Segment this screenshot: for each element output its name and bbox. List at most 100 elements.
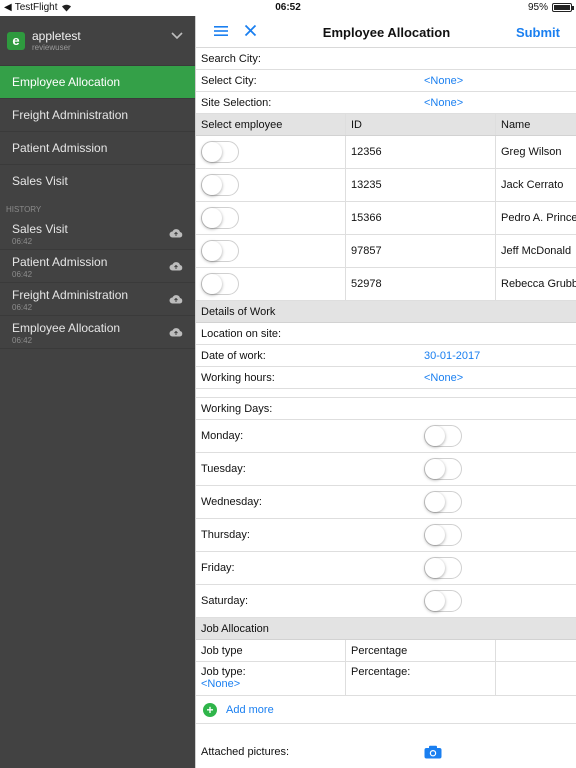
history-item[interactable]: Sales Visit 06:42 [0, 217, 195, 250]
history-item-time: 06:42 [12, 303, 33, 312]
add-more-label: Add more [226, 703, 274, 716]
sidebar-item-label: Employee Allocation [12, 75, 121, 89]
percentage-cell[interactable]: Percentage: [346, 662, 496, 695]
history-item-title: Employee Allocation [12, 321, 121, 335]
top-nav-bar: Employee Allocation Submit [196, 16, 576, 48]
day-label: Wednesday: [201, 496, 262, 508]
select-cell [196, 169, 346, 201]
site-selection-label: Site Selection: [201, 96, 272, 109]
cloud-upload-icon[interactable] [169, 327, 183, 337]
search-city-row[interactable]: Search City: [196, 48, 576, 70]
day-row-tuesday: Tuesday: [196, 453, 576, 486]
working-hours-label: Working hours: [201, 371, 275, 384]
select-city-value[interactable]: <None> [424, 75, 463, 87]
history-item[interactable]: Employee Allocation 06:42 [0, 316, 195, 349]
day-row-monday: Monday: [196, 420, 576, 453]
sidebar-item-label: Freight Administration [12, 108, 129, 122]
day-label: Tuesday: [201, 463, 246, 475]
location-label: Location on site: [201, 327, 282, 340]
main-panel: Employee Allocation Submit Search City: … [195, 16, 576, 768]
cloud-upload-icon[interactable] [169, 261, 183, 271]
cloud-upload-icon[interactable] [169, 228, 183, 238]
employee-toggle[interactable] [201, 273, 239, 295]
history-section-label: HISTORY [6, 205, 42, 214]
working-hours-row[interactable]: Working hours: <None> [196, 367, 576, 389]
employee-name: Jeff McDonald [501, 245, 572, 257]
cloud-upload-icon[interactable] [169, 294, 183, 304]
day-toggle[interactable] [424, 524, 462, 546]
working-days-label: Working Days: [201, 402, 273, 415]
employee-name: Greg Wilson [501, 146, 562, 158]
status-time: 06:52 [275, 2, 301, 13]
add-more-button[interactable]: + Add more [196, 696, 576, 724]
chevron-down-icon[interactable] [171, 32, 183, 40]
table-row: 52978 Rebecca Grubbs [196, 268, 576, 301]
camera-icon[interactable] [424, 745, 442, 759]
history-item-title: Patient Admission [12, 255, 108, 269]
status-right: 95% [527, 2, 574, 13]
day-row-wednesday: Wednesday: [196, 486, 576, 519]
employee-toggle[interactable] [201, 240, 239, 262]
submit-button[interactable]: Submit [516, 25, 560, 40]
day-label: Saturday: [201, 595, 249, 607]
select-city-row[interactable]: Select City: <None> [196, 70, 576, 92]
employee-id: 97857 [346, 235, 496, 267]
employee-toggle[interactable] [201, 174, 239, 196]
day-toggle[interactable] [424, 590, 462, 612]
status-bar: ◀ TestFlight 06:52 95% [0, 0, 576, 16]
table-row: 13235 Jack Cerrato [196, 169, 576, 202]
day-toggle[interactable] [424, 458, 462, 480]
day-row-thursday: Thursday: [196, 519, 576, 552]
employee-id: 13235 [346, 169, 496, 201]
history-item-title: Sales Visit [12, 222, 68, 236]
history-item[interactable]: Patient Admission 06:42 [0, 250, 195, 283]
job-type-label: Job type: [201, 666, 246, 678]
employee-name: Jack Cerrato [501, 179, 564, 191]
column-header: Select employee [196, 114, 346, 135]
spacer-row [196, 389, 576, 398]
employee-id: 15366 [346, 202, 496, 234]
site-selection-row[interactable]: Site Selection: <None> [196, 92, 576, 114]
table-row: 15366 Pedro A. Prince [196, 202, 576, 235]
date-of-work-value[interactable]: 30-01-2017 [424, 350, 480, 362]
employee-toggle[interactable] [201, 207, 239, 229]
sidebar: e appletest reviewuser Employee Allocati… [0, 16, 195, 768]
day-toggle[interactable] [424, 425, 462, 447]
column-header: Job type [196, 640, 346, 661]
percentage-label: Percentage: [351, 666, 411, 678]
date-of-work-row[interactable]: Date of work: 30-01-2017 [196, 345, 576, 367]
employee-name: Rebecca Grubbs [501, 278, 576, 290]
history-item[interactable]: Freight Administration 06:42 [0, 283, 195, 316]
user-name: appletest [32, 29, 81, 43]
job-type-cell[interactable]: Job type: <None> [196, 662, 346, 695]
battery-percent: 95% [527, 2, 548, 13]
select-cell [196, 136, 346, 168]
sidebar-item-freight-administration[interactable]: Freight Administration [0, 98, 195, 131]
sidebar-item-sales-visit[interactable]: Sales Visit [0, 164, 195, 197]
sidebar-item-employee-allocation[interactable]: Employee Allocation [0, 65, 195, 98]
employee-toggle[interactable] [201, 141, 239, 163]
history-item-time: 06:42 [12, 270, 33, 279]
details-of-work-header: Details of Work [196, 301, 576, 323]
site-selection-value[interactable]: <None> [424, 97, 463, 109]
day-row-friday: Friday: [196, 552, 576, 585]
day-toggle[interactable] [424, 557, 462, 579]
user-info: appletest reviewuser [32, 29, 81, 52]
history-item-time: 06:42 [12, 237, 33, 246]
column-header: Name [501, 118, 531, 131]
working-hours-value[interactable]: <None> [424, 372, 463, 384]
day-row-saturday: Saturday: [196, 585, 576, 618]
location-row[interactable]: Location on site: [196, 323, 576, 345]
sidebar-item-patient-admission[interactable]: Patient Admission [0, 131, 195, 164]
table-row: 97857 Jeff McDonald [196, 235, 576, 268]
job-row: Job type: <None> Percentage: [196, 662, 576, 696]
table-row: 12356 Greg Wilson [196, 136, 576, 169]
column-header: Percentage [346, 640, 496, 661]
history-item-title: Freight Administration [12, 288, 129, 302]
day-toggle[interactable] [424, 491, 462, 513]
user-account-row[interactable]: e appletest reviewuser [0, 16, 195, 65]
battery-icon [552, 3, 574, 12]
working-days-row: Working Days: [196, 398, 576, 420]
job-type-value[interactable]: <None> [201, 678, 345, 690]
column-header-empty [496, 640, 576, 661]
